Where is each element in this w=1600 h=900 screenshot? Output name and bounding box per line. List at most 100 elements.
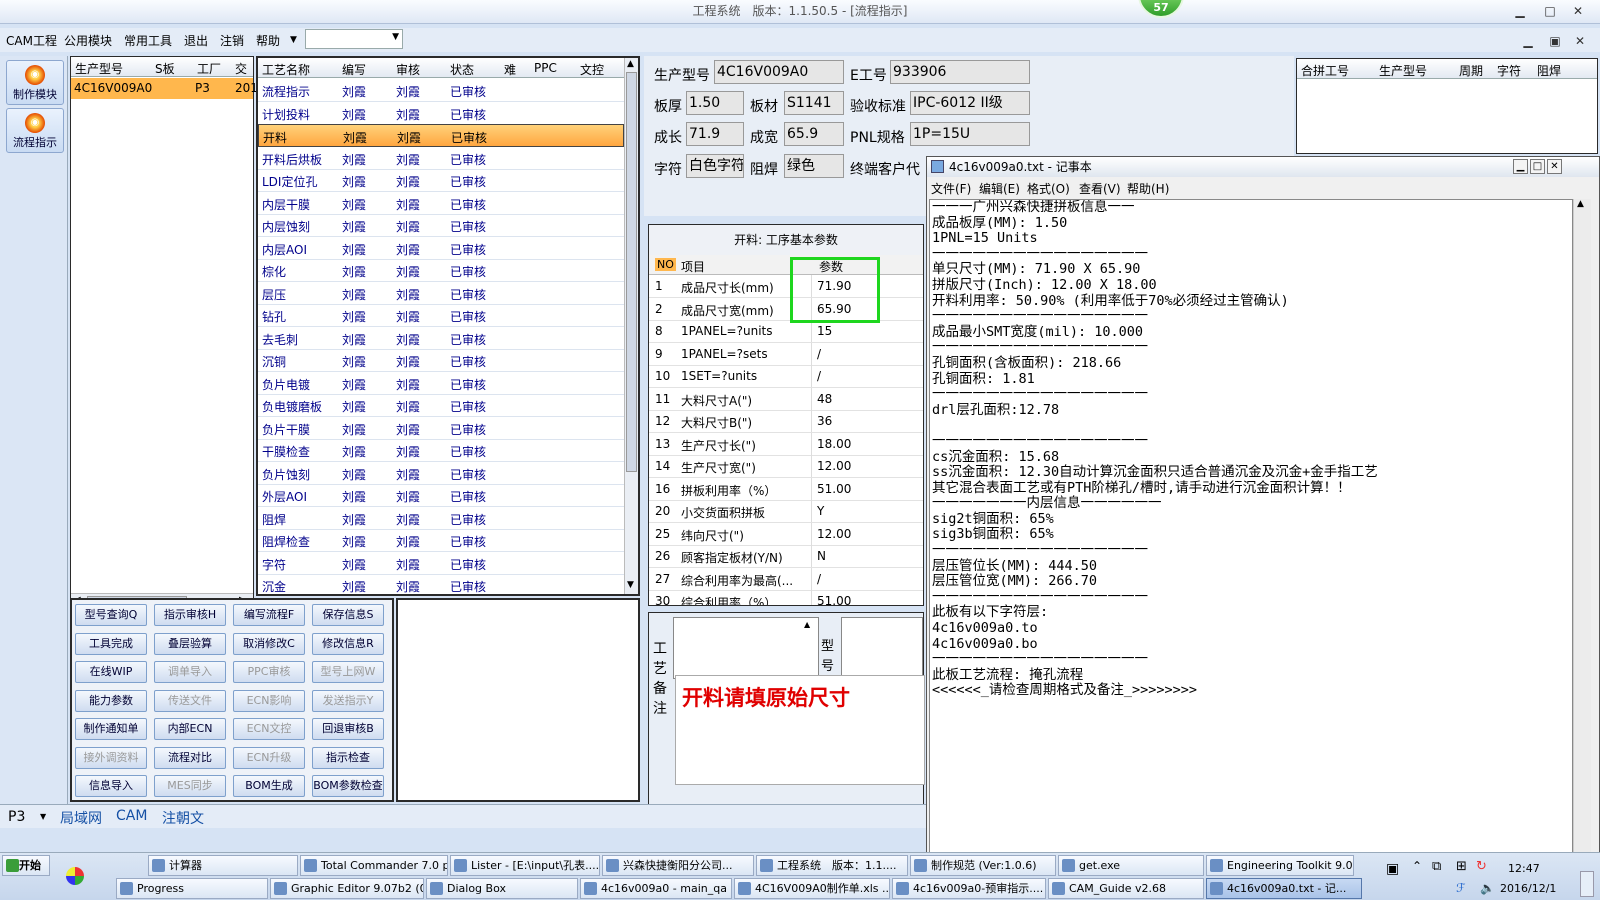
col-ppc[interactable]: PPC bbox=[534, 61, 557, 75]
taskbar-item[interactable]: Engineering Toolkit 9.0.... bbox=[1206, 855, 1354, 876]
mdi-restore-icon[interactable]: ▣ bbox=[1545, 33, 1565, 49]
taskbar-item[interactable]: 制作规范 (Ver:1.0.6) bbox=[910, 855, 1056, 876]
table-row[interactable]: 8 1PANEL=?units 15 bbox=[649, 320, 923, 343]
flow-indicator-button[interactable]: ◉ 流程指示 bbox=[6, 108, 64, 153]
table-row[interactable]: 干膜检查 刘霞 刘霞 已审核 bbox=[258, 439, 624, 462]
taskbar-item[interactable]: CAM_Guide v2.68 bbox=[1048, 878, 1204, 899]
tray-network-icon[interactable]: ⧉ bbox=[1432, 859, 1441, 874]
table-row[interactable]: 10 1SET=?units / bbox=[649, 365, 923, 388]
action-button[interactable]: 内部ECN bbox=[154, 718, 226, 740]
table-row[interactable]: 负片干膜 刘霞 刘霞 已审核 bbox=[258, 417, 624, 440]
scroll-thumb[interactable] bbox=[626, 72, 637, 472]
np-menu-view[interactable]: 查看(V) bbox=[1079, 180, 1121, 197]
table-row[interactable]: 负电镀磨板 刘霞 刘霞 已审核 bbox=[258, 394, 624, 417]
taskbar-item[interactable]: Total Commander 7.0 p... bbox=[300, 855, 448, 876]
action-button[interactable]: 工具完成 bbox=[75, 632, 147, 655]
action-button[interactable]: 传送文件 bbox=[154, 689, 226, 712]
table-row[interactable]: 12 大料尺寸B(") 36 bbox=[649, 410, 923, 433]
col-reviewer[interactable]: 审核 bbox=[396, 61, 420, 78]
action-button[interactable]: ECN影响 bbox=[233, 689, 305, 712]
field-length[interactable]: 71.9 bbox=[686, 122, 744, 146]
taskbar-item[interactable]: Graphic Editor 9.07b2 (0... bbox=[270, 878, 424, 899]
table-row[interactable]: 负片蚀刻 刘霞 刘霞 已审核 bbox=[258, 462, 624, 485]
tray-input-icon[interactable]: ℱ bbox=[1456, 881, 1465, 895]
taskbar-item[interactable]: 4C16V009A0制作单.xls ... bbox=[734, 878, 890, 899]
process-grid-vscrollbar[interactable]: ▲ ▼ bbox=[624, 58, 638, 594]
start-button[interactable]: 开始 bbox=[2, 855, 50, 876]
table-row[interactable]: 开料 刘霞 刘霞 已审核 bbox=[258, 124, 624, 147]
make-module-button[interactable]: ◉ 制作模块 bbox=[6, 60, 64, 105]
menu-common-modules[interactable]: 公用模块 bbox=[64, 32, 112, 49]
tab-zhuchaowen[interactable]: 注朝文 bbox=[162, 808, 204, 828]
table-row[interactable]: 沉铜 刘霞 刘霞 已审核 bbox=[258, 349, 624, 372]
field-pnl[interactable]: 1P=15U bbox=[910, 122, 1030, 146]
table-row[interactable]: 字符 刘霞 刘霞 已审核 bbox=[258, 552, 624, 575]
table-row[interactable]: 沉金 刘霞 刘霞 已审核 bbox=[258, 574, 624, 596]
action-button[interactable]: MES同步 bbox=[154, 775, 226, 797]
action-button[interactable]: BOM参数检查 bbox=[312, 775, 384, 797]
col-merge-no[interactable]: 合拼工号 bbox=[1301, 62, 1349, 79]
action-button[interactable]: 能力参数 bbox=[75, 689, 147, 712]
action-button[interactable]: ECN文控 bbox=[233, 718, 305, 740]
action-button[interactable]: 在线WIP bbox=[75, 661, 147, 683]
tab-lan[interactable]: 局域网 bbox=[60, 808, 102, 828]
table-row[interactable]: 11 大料尺寸A(") 48 bbox=[649, 387, 923, 411]
remark-textbox[interactable]: ▲ bbox=[673, 617, 819, 679]
taskbar-item[interactable]: 兴森快捷衡阳分公司... bbox=[602, 855, 754, 876]
col-s-board[interactable]: S板 bbox=[155, 60, 175, 77]
tray-app-icon[interactable]: ⊞ bbox=[1456, 859, 1467, 874]
menu-help-dropdown-icon[interactable]: ▼ bbox=[290, 35, 297, 45]
col-process-name[interactable]: 工艺名称 bbox=[262, 61, 310, 78]
tab-p3[interactable]: P3 bbox=[8, 809, 25, 825]
menu-exit[interactable]: 退出 bbox=[184, 32, 208, 49]
action-button[interactable]: 信息导入 bbox=[75, 775, 147, 797]
action-button[interactable]: 发送指示Y bbox=[312, 689, 384, 712]
notepad-text-area[interactable]: 一一一广州兴森快捷拼板信息一一 成品板厚(MM): 1.50 1PNL=15 Uni… bbox=[929, 199, 1573, 875]
col-char[interactable]: 字符 bbox=[1497, 62, 1521, 79]
tray-arrow-icon[interactable]: ⌃ bbox=[1412, 859, 1422, 873]
close-icon[interactable]: ✕ bbox=[1568, 3, 1588, 19]
menu-help[interactable]: 帮助 bbox=[256, 32, 280, 49]
table-row[interactable]: 棕化 刘霞 刘霞 已审核 bbox=[258, 259, 624, 282]
table-row[interactable]: 14 生产尺寸宽(") 12.00 bbox=[649, 455, 923, 478]
field-material[interactable]: S1141 bbox=[784, 91, 844, 115]
col-period[interactable]: 周期 bbox=[1459, 62, 1483, 79]
action-button[interactable]: 型号上网W bbox=[312, 661, 384, 683]
action-button[interactable]: ECN升级 bbox=[233, 746, 305, 769]
notepad-vscrollbar[interactable]: ▲ bbox=[1573, 199, 1591, 875]
scroll-up-icon[interactable]: ▲ bbox=[804, 620, 810, 629]
table-row[interactable]: 20 小交货面积拼板 Y bbox=[649, 500, 923, 523]
table-row[interactable]: 内层蚀刻 刘霞 刘霞 已审核 bbox=[258, 214, 624, 237]
action-button[interactable]: 修改信息R bbox=[312, 632, 384, 655]
table-row[interactable]: LDI定位孔 刘霞 刘霞 已审核 bbox=[258, 169, 624, 192]
menu-logout[interactable]: 注销 bbox=[220, 32, 244, 49]
table-row[interactable]: 27 综合利用率为最高(... / bbox=[649, 567, 923, 591]
col-item[interactable]: 项目 bbox=[681, 258, 705, 275]
app-launcher-icon[interactable] bbox=[66, 867, 84, 885]
table-row[interactable]: 去毛刺 刘霞 刘霞 已审核 bbox=[258, 327, 624, 350]
col-delivery[interactable]: 交 bbox=[235, 60, 247, 77]
table-row[interactable]: 2 成品尺寸宽(mm) 65.90 bbox=[649, 297, 923, 321]
scroll-up-icon[interactable]: ▲ bbox=[1577, 199, 1584, 209]
table-row[interactable]: 25 纬向尺寸(") 12.00 bbox=[649, 522, 923, 546]
action-button[interactable]: BOM生成 bbox=[233, 775, 305, 797]
remark-textbox-2[interactable] bbox=[841, 617, 923, 679]
table-row[interactable]: 9 1PANEL=?sets / bbox=[649, 342, 923, 366]
action-button[interactable]: 制作通知单 bbox=[75, 718, 147, 740]
clock-date[interactable]: 2016/12/1 bbox=[1500, 882, 1556, 895]
table-row[interactable]: 1 成品尺寸长(mm) 71.90 bbox=[649, 275, 923, 298]
np-menu-format[interactable]: 格式(O) bbox=[1027, 180, 1070, 197]
table-row[interactable]: 13 生产尺寸长(") 18.00 bbox=[649, 432, 923, 456]
action-button[interactable]: 型号查询Q bbox=[75, 604, 147, 626]
action-button[interactable]: PPC审核 bbox=[233, 661, 305, 683]
field-mask[interactable]: 绿色 bbox=[784, 154, 844, 178]
action-button[interactable]: 指示审核H bbox=[154, 604, 226, 626]
col-doc-control[interactable]: 文控 bbox=[580, 61, 604, 78]
action-button[interactable]: 叠层验算 bbox=[154, 632, 226, 655]
field-width[interactable]: 65.9 bbox=[784, 122, 844, 146]
taskbar-item[interactable]: 4c16v009a0-预审指示.... bbox=[892, 878, 1046, 899]
table-row[interactable]: 26 顾客指定板材(Y/N) N bbox=[649, 545, 923, 568]
maximize-icon[interactable]: □ bbox=[1530, 159, 1545, 174]
action-button[interactable]: 编写流程F bbox=[233, 604, 305, 626]
minimize-icon[interactable]: ▁ bbox=[1510, 3, 1530, 19]
